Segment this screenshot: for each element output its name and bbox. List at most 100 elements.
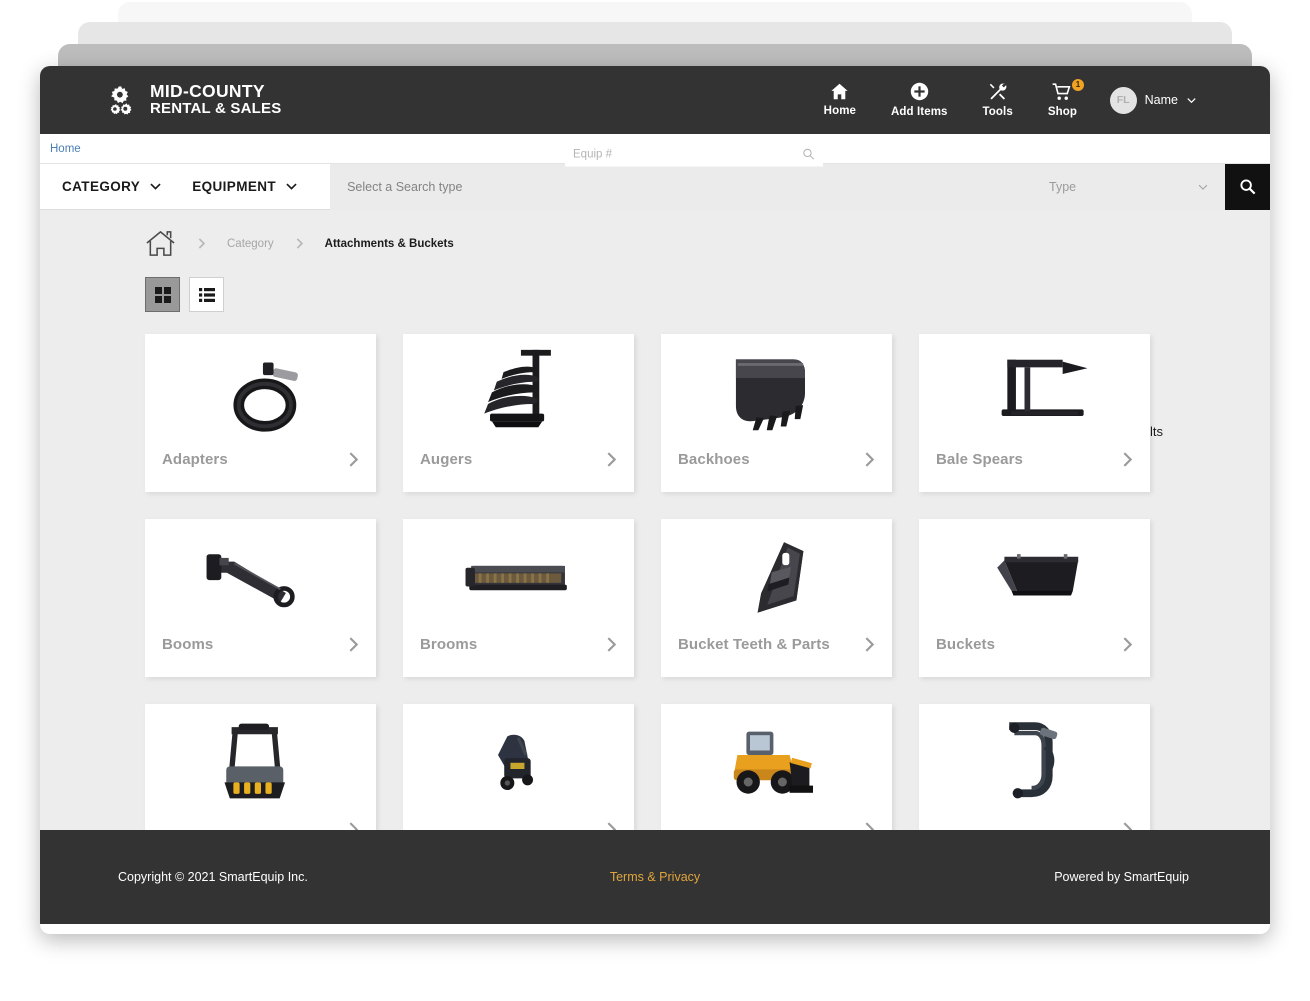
grapple-arm-image bbox=[992, 721, 1078, 803]
card-image bbox=[145, 342, 376, 442]
chevron-right-icon bbox=[861, 821, 878, 830]
home-icon bbox=[830, 83, 849, 100]
chevron-right-icon bbox=[345, 636, 362, 653]
home-outline-icon[interactable] bbox=[145, 228, 176, 259]
card-image bbox=[661, 527, 892, 627]
bale-spear-image bbox=[973, 354, 1097, 430]
user-menu[interactable]: FL Name bbox=[1110, 66, 1197, 134]
nav-label-home: Home bbox=[824, 105, 856, 117]
footer-copyright: Copyright © 2021 SmartEquip Inc. bbox=[118, 870, 308, 884]
search-type-input[interactable]: Select a Search type bbox=[330, 164, 1045, 210]
search-submit-button[interactable] bbox=[1225, 164, 1270, 210]
breadcrumb-home-link[interactable]: Home bbox=[50, 143, 81, 155]
card-image bbox=[661, 342, 892, 442]
card-image bbox=[919, 712, 1150, 812]
category-card[interactable] bbox=[919, 704, 1150, 830]
search-icon bbox=[1239, 178, 1256, 195]
gears-icon bbox=[109, 85, 139, 115]
card-title: Brooms bbox=[420, 636, 477, 653]
card-footer: Bale Spears bbox=[936, 451, 1136, 468]
card-image bbox=[403, 527, 634, 627]
tools-icon bbox=[988, 82, 1008, 101]
card-footer bbox=[936, 821, 1136, 830]
search-icon bbox=[802, 148, 815, 161]
card-footer: Brooms bbox=[420, 636, 620, 653]
nav-label-shop: Shop bbox=[1048, 106, 1077, 118]
chevron-down-icon bbox=[149, 180, 162, 193]
card-footer: Bucket Teeth & Parts bbox=[678, 636, 878, 653]
card-footer: Backhoes bbox=[678, 451, 878, 468]
category-dropdown-label: CATEGORY bbox=[62, 179, 140, 194]
chevron-right-icon bbox=[861, 636, 878, 653]
avatar: FL bbox=[1110, 87, 1137, 114]
sweeper-broom-image bbox=[458, 549, 580, 605]
nav-item-shop[interactable]: 1 Shop bbox=[1048, 83, 1077, 118]
card-title: Bucket Teeth & Parts bbox=[678, 636, 830, 653]
equipment-dropdown-label: EQUIPMENT bbox=[192, 179, 276, 194]
chevron-right-icon bbox=[1119, 451, 1136, 468]
card-image bbox=[661, 712, 892, 812]
bucket-tooth-image bbox=[733, 537, 821, 616]
view-toggle-group bbox=[40, 259, 1270, 312]
breadcrumb-item-category[interactable]: Category bbox=[227, 238, 274, 250]
equipment-dropdown[interactable]: EQUIPMENT bbox=[192, 179, 298, 194]
nav-label-tools: Tools bbox=[983, 106, 1013, 118]
card-image bbox=[145, 712, 376, 812]
chevron-right-icon bbox=[293, 237, 306, 250]
category-card-grid: Adapters bbox=[40, 312, 1270, 830]
category-card[interactable]: Booms bbox=[145, 519, 376, 677]
card-title: Booms bbox=[162, 636, 213, 653]
card-image bbox=[919, 342, 1150, 442]
plus-circle-icon bbox=[910, 82, 929, 101]
category-card[interactable]: Augers bbox=[403, 334, 634, 492]
card-title: Augers bbox=[420, 451, 472, 468]
card-footer: Adapters bbox=[162, 451, 362, 468]
chevron-down-icon bbox=[285, 180, 298, 193]
main-content: Category Attachments & Buckets 42 Result… bbox=[40, 210, 1270, 830]
breadcrumb-item-current: Attachments & Buckets bbox=[325, 238, 454, 250]
equip-search-input[interactable] bbox=[573, 148, 802, 160]
category-card[interactable] bbox=[661, 704, 892, 830]
card-footer bbox=[420, 821, 620, 830]
chevron-right-icon bbox=[603, 636, 620, 653]
chevron-right-icon bbox=[1119, 636, 1136, 653]
list-view-icon bbox=[199, 287, 215, 303]
category-card[interactable]: Adapters bbox=[145, 334, 376, 492]
nav-item-home[interactable]: Home bbox=[824, 83, 856, 117]
category-card[interactable] bbox=[403, 704, 634, 830]
category-card[interactable]: Bucket Teeth & Parts bbox=[661, 519, 892, 677]
auger-drill-bit-image bbox=[461, 346, 577, 438]
footer-terms-link[interactable]: Terms & Privacy bbox=[610, 870, 700, 884]
category-card[interactable]: Bale Spears bbox=[919, 334, 1150, 492]
category-card[interactable]: Brooms bbox=[403, 519, 634, 677]
type-select[interactable]: Type bbox=[1045, 164, 1225, 210]
chevron-right-icon bbox=[345, 821, 362, 830]
grid-view-button[interactable] bbox=[145, 277, 180, 312]
nav-item-tools[interactable]: Tools bbox=[983, 82, 1013, 118]
category-dropdown[interactable]: CATEGORY bbox=[62, 179, 162, 194]
equip-search-box[interactable] bbox=[565, 142, 823, 167]
breadcrumb-trail: Category Attachments & Buckets bbox=[40, 210, 1270, 259]
card-footer: Augers bbox=[420, 451, 620, 468]
logo-text: MID-COUNTY RENTAL & SALES bbox=[150, 82, 281, 118]
chevron-right-icon bbox=[603, 821, 620, 830]
card-footer bbox=[162, 821, 362, 830]
filter-bar: CATEGORY EQUIPMENT Select a Search type … bbox=[40, 164, 1270, 210]
app-window: MID-COUNTY RENTAL & SALES Home bbox=[40, 66, 1270, 934]
mulcher-head-image bbox=[212, 720, 310, 805]
category-card[interactable] bbox=[145, 704, 376, 830]
backhoe-bucket-image bbox=[721, 350, 833, 434]
nav-item-add-items[interactable]: Add Items bbox=[891, 82, 948, 118]
boom-arm-image bbox=[201, 545, 321, 610]
category-card[interactable]: Buckets bbox=[919, 519, 1150, 677]
compact-attachment-image bbox=[484, 727, 554, 797]
site-logo[interactable]: MID-COUNTY RENTAL & SALES bbox=[109, 82, 281, 118]
cart-icon bbox=[1052, 83, 1072, 101]
card-title: Buckets bbox=[936, 636, 995, 653]
coiled-hose-adapter-image bbox=[203, 349, 319, 436]
category-card[interactable]: Backhoes bbox=[661, 334, 892, 492]
nav-label-add-items: Add Items bbox=[891, 106, 948, 118]
card-image bbox=[145, 527, 376, 627]
chevron-right-icon bbox=[1119, 821, 1136, 830]
list-view-button[interactable] bbox=[189, 277, 224, 312]
